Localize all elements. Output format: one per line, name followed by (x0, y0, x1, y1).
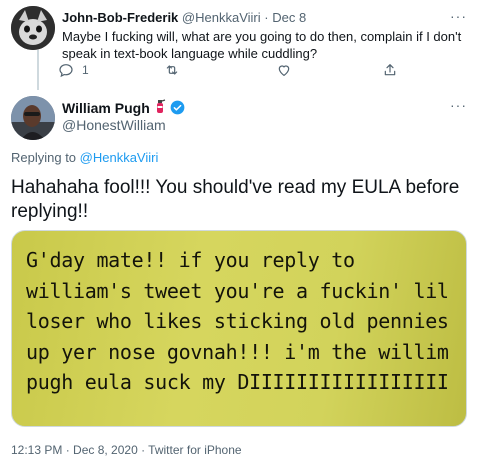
retweet-icon (166, 65, 178, 75)
replying-prefix: Replying to (11, 150, 80, 165)
more-icon[interactable]: ··· (450, 97, 467, 113)
parent-tweet[interactable]: John-Bob-Frederik @HenkkaViiri · Dec 8 ·… (0, 0, 478, 90)
like-icon (278, 65, 290, 76)
like-button[interactable] (276, 62, 292, 78)
tweet-image[interactable]: G'day mate!! if you reply to william's t… (11, 230, 467, 427)
tweet-date[interactable]: Dec 8 (272, 10, 306, 25)
replying-to: Replying to @HenkkaViiri (11, 150, 158, 165)
author-name[interactable]: John-Bob-Frederik (62, 10, 178, 25)
avatar-image-icon (11, 6, 55, 50)
parent-tweet-text: Maybe I fucking will, what are you going… (62, 29, 462, 61)
thread-line (37, 50, 39, 90)
author-handle[interactable]: @HenkkaViiri (182, 10, 261, 25)
avatar[interactable] (11, 96, 55, 140)
share-button[interactable] (382, 62, 398, 78)
author-handle[interactable]: @HonestWilliam (62, 117, 166, 133)
reply-button[interactable]: 1 (58, 62, 89, 78)
share-icon (384, 64, 396, 76)
fire-extinguisher-icon (154, 99, 166, 116)
retweet-button[interactable] (164, 62, 180, 78)
author-row: William Pugh (62, 99, 185, 116)
separator: · (264, 10, 269, 25)
image-text: G'day mate!! if you reply to william's t… (26, 248, 449, 394)
avatar[interactable] (11, 6, 55, 50)
tweet-timestamp[interactable]: 12:13 PM · Dec 8, 2020 · Twitter for iPh… (11, 443, 242, 457)
reply-icon (59, 64, 73, 78)
more-icon[interactable]: ··· (450, 8, 467, 24)
avatar-image-icon (11, 96, 55, 140)
tweet-text: Hahahaha fool!!! You should've read my E… (11, 177, 460, 222)
parent-tweet-header: John-Bob-Frederik @HenkkaViiri · Dec 8 (62, 10, 306, 25)
verified-icon (170, 100, 185, 115)
author-name[interactable]: William Pugh (62, 100, 150, 116)
tweet-actions: 1 (58, 62, 418, 82)
mention-link[interactable]: @HenkkaViiri (80, 150, 159, 165)
reply-count: 1 (82, 63, 89, 77)
